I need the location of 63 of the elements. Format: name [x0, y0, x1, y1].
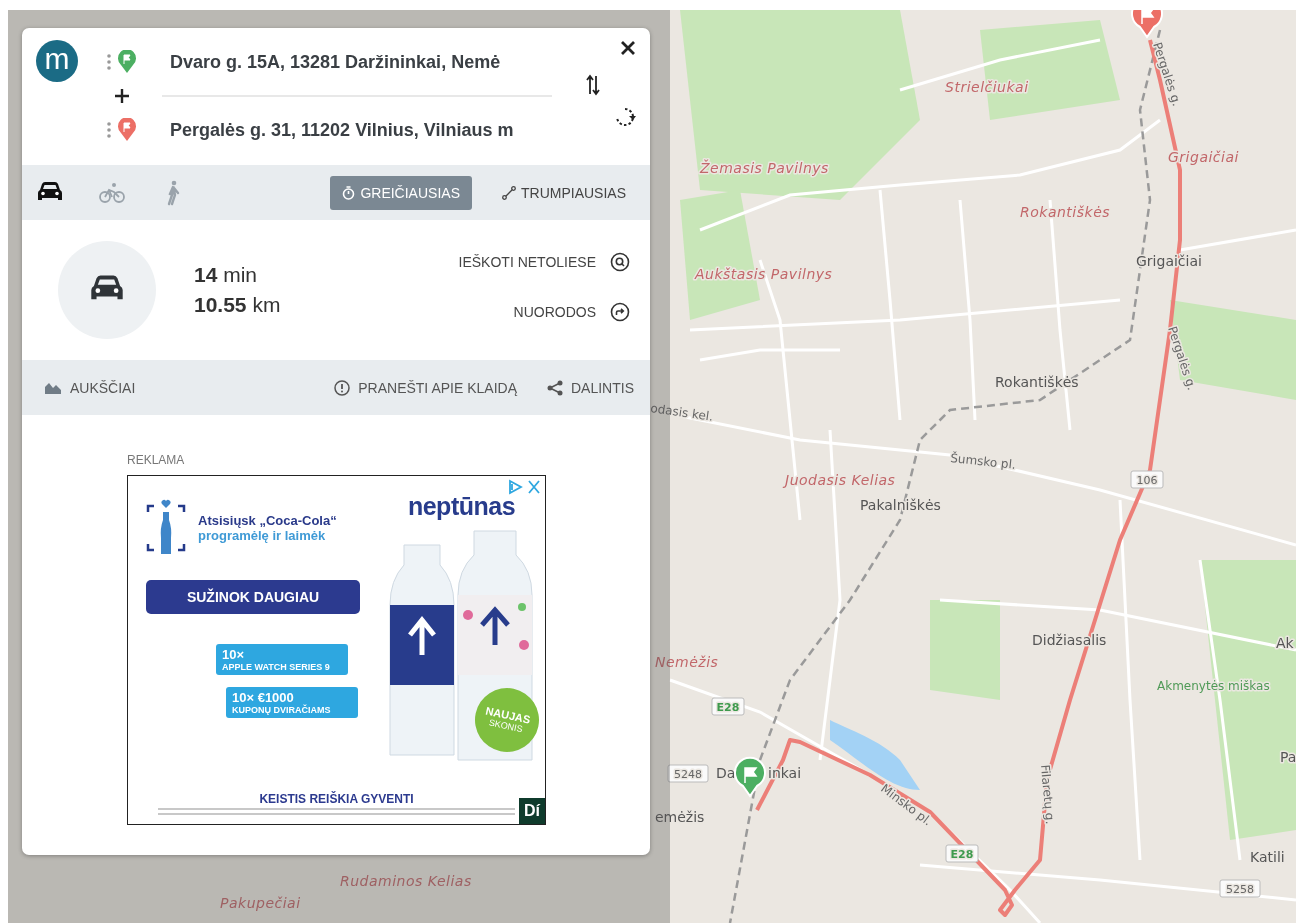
- ad-headline: Atsisiųsk „Coca-Cola“: [198, 513, 337, 528]
- place-label: Ak: [1276, 635, 1294, 651]
- ad-cta-button[interactable]: SUŽINOK DAUGIAU: [146, 580, 360, 614]
- place-label: Katili: [1250, 849, 1285, 865]
- area-label: Rokantiškės: [1020, 204, 1111, 220]
- area-label: Nemėžis: [655, 654, 719, 670]
- route-option-tab[interactable]: TRUMPIAUSIAS: [494, 175, 634, 210]
- area-label: Rudaminos Kelias: [340, 873, 472, 889]
- travel-distance: 10.55 km: [194, 293, 281, 317]
- place-label: Rokantiškės: [995, 374, 1079, 390]
- directions-link[interactable]: NUORODOS: [513, 302, 630, 322]
- swap-arrows-icon: [586, 74, 600, 96]
- share-icon: [547, 379, 563, 396]
- place-label: emėžis: [655, 809, 705, 825]
- street-label: odasis kel.: [649, 401, 714, 424]
- area-label: Žemasis Pavilnys: [700, 160, 829, 176]
- street-label: Filaretų g.: [1038, 764, 1058, 825]
- place-label: Pakalniškės: [860, 497, 941, 513]
- route-option-tab[interactable]: GREIČIAUSIAS: [330, 175, 472, 210]
- ad-slogan: KEISTIS REIŠKIA GYVENTI: [258, 792, 415, 806]
- area-label: Akmenytės miškas: [1157, 679, 1270, 693]
- road-number-sign: E28: [945, 844, 979, 863]
- app-logo[interactable]: m: [36, 40, 78, 82]
- road-number-sign: 5248: [667, 764, 709, 783]
- road-number-sign: E28: [711, 697, 745, 716]
- search-nearby-link[interactable]: IEŠKOTI NETOLIESE: [458, 252, 630, 272]
- road-number-sign: 5258: [1219, 879, 1261, 898]
- search-icon: [610, 252, 630, 272]
- ad-subline: programėlę ir laimėk: [198, 528, 327, 543]
- advertisement-banner[interactable]: Atsisiųsk „Coca-Cola“ programėlę ir laimėk SUŽINOK DAUGIAU 10× APPLE WATCH SERIES 9 10× €1000 KUPONŲ DVIRAČIAMS neptūnas NAUJAS SKONIS KEISTIS REIŠKIA GYVENTI Dí: [127, 475, 546, 825]
- prize-tag: 10× APPLE WATCH SERIES 9: [216, 644, 348, 675]
- road-number-sign: 106: [1130, 470, 1164, 489]
- start-flag-marker[interactable]: [734, 756, 766, 797]
- place-label: Pa: [1280, 749, 1296, 765]
- arrow-circle-icon: [610, 302, 630, 322]
- stopwatch-icon: [342, 185, 356, 200]
- brand-logo: neptūnas: [407, 492, 516, 521]
- prize-tag: 10× €1000 KUPONŲ DVIRAČIAMS: [226, 687, 358, 718]
- report-error-button[interactable]: PRANEŠTI APIE KLAIDĄ: [334, 379, 517, 396]
- drag-handle-icon: [107, 54, 111, 70]
- area-label: Aukštasis Pavilnys: [695, 266, 833, 282]
- ad-label: REKLAMA: [127, 453, 186, 467]
- flag-pin-icon: [117, 50, 137, 74]
- travel-time: 14 min: [194, 263, 259, 287]
- share-button[interactable]: DALINTIS: [547, 379, 634, 396]
- area-label: Strielčiukai: [945, 79, 1029, 95]
- plus-icon: [114, 88, 130, 104]
- exclamation-circle-icon: [334, 379, 351, 396]
- ad-choices-icon: [507, 479, 541, 495]
- area-label: Pakupečiai: [220, 895, 301, 911]
- street-label: Šumsko pl.: [949, 451, 1017, 472]
- drag-handle-icon: [107, 122, 111, 138]
- end-flag-marker[interactable]: [1131, 10, 1163, 38]
- origin-field[interactable]: Dvaro g. 15A, 13281 Daržininkai, Nemė: [170, 51, 501, 73]
- elevation-button[interactable]: AUKŠČIAI: [44, 379, 136, 396]
- circular-arrow-icon: [614, 106, 636, 128]
- place-label: Da: [716, 765, 736, 781]
- destination-field[interactable]: Pergalės g. 31, 11202 Vilnius, Vilniaus m: [170, 119, 514, 141]
- route-segment-icon: [502, 185, 516, 200]
- close-icon: [620, 40, 636, 56]
- advertiser-logo: Dí: [519, 798, 545, 824]
- flag-pin-icon: [117, 118, 137, 142]
- swap-button[interactable]: [584, 72, 602, 98]
